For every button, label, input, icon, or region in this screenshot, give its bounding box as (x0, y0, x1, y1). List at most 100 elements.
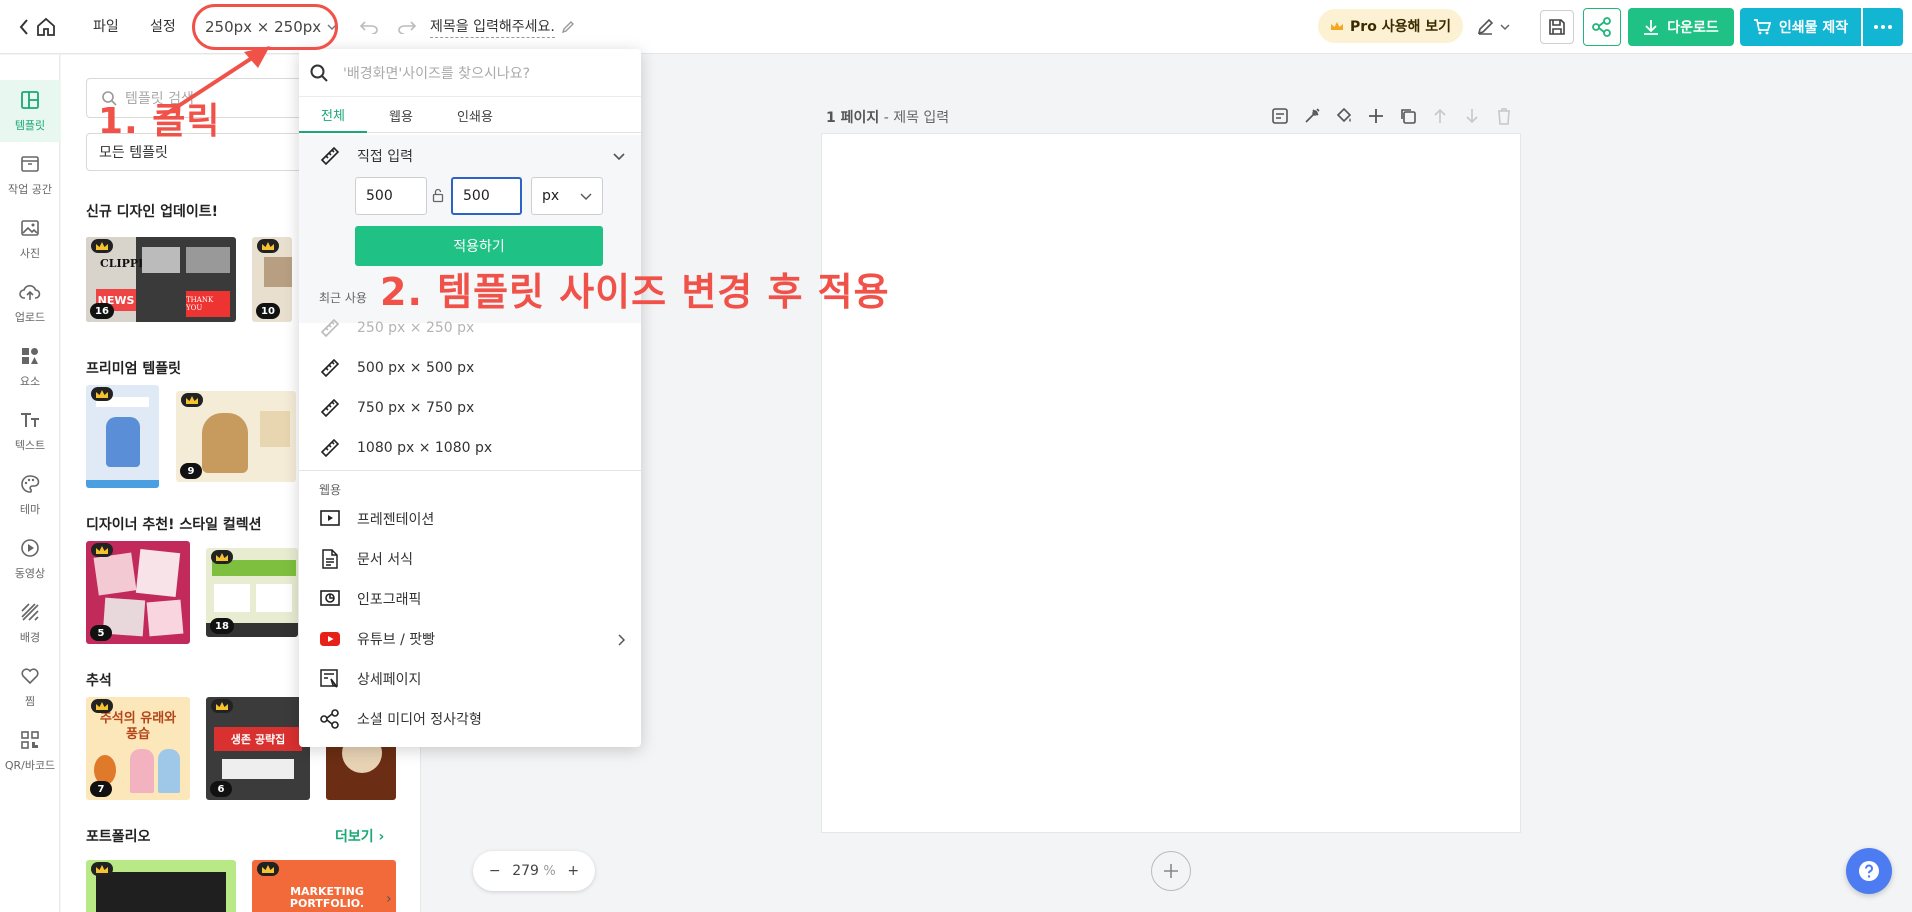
add-page-top-button[interactable] (1364, 104, 1388, 128)
duplicate-page-button[interactable] (1396, 104, 1420, 128)
page-note-button[interactable] (1268, 104, 1292, 128)
web-size-item[interactable]: 프레젠테이션 (319, 508, 434, 530)
more-portfolio-link[interactable]: 더보기 › (335, 826, 384, 846)
rail-item-workspace[interactable]: 작업 공간 (0, 144, 60, 206)
rail-item-favorites[interactable]: 찜 (0, 656, 60, 718)
page-title[interactable]: - 제목 입력 (879, 110, 950, 126)
ruler-icon (320, 318, 340, 338)
template-thumb[interactable] (86, 385, 159, 488)
rail-item-text[interactable]: 텍스트 (0, 400, 60, 462)
premium-crown-badge (91, 239, 113, 253)
template-thumb[interactable] (86, 860, 236, 912)
height-input[interactable]: 500 (451, 177, 522, 215)
template-thumb[interactable]: 생존 공략집 6 (206, 697, 310, 800)
note-icon (1272, 108, 1288, 124)
page-label: 1 페이지 - 제목 입력 (826, 107, 949, 127)
help-button[interactable] (1846, 848, 1892, 894)
rail-item-video[interactable]: 동영상 (0, 528, 60, 590)
pro-trial-button[interactable]: Pro 사용해 보기 (1318, 9, 1463, 43)
template-count-badge: 18 (210, 618, 234, 634)
annotation-highlight-oval (192, 4, 338, 50)
rail-item-label: 찜 (24, 695, 36, 708)
section-title-portfolio: 포트폴리오 (86, 829, 151, 845)
rail-item-label: 텍스트 (14, 439, 46, 452)
recent-size-label: 750 px × 750 px (357, 400, 475, 416)
recent-size-item[interactable]: 750 px × 750 px (319, 397, 474, 419)
share-button[interactable] (1583, 8, 1621, 46)
file-menu[interactable]: 파일 (93, 14, 119, 38)
unit-select[interactable]: px (531, 177, 603, 215)
thumb-graphic (256, 584, 292, 612)
thumb-graphic (186, 247, 230, 273)
web-size-item[interactable]: 유튜브 / 팟빵 (319, 628, 435, 650)
size-search-input[interactable]: '배경화면'사이즈를 찾으시나요? (299, 49, 641, 97)
zoom-value[interactable]: 279 % (512, 863, 556, 879)
more-options-button[interactable] (1863, 8, 1903, 46)
width-input[interactable]: 500 (355, 177, 427, 215)
undo-button[interactable] (356, 14, 382, 40)
zoom-out-button[interactable]: − (489, 863, 501, 879)
rail-item-qr[interactable]: QR/바코드 (0, 720, 60, 782)
ruler-icon (320, 398, 340, 418)
move-page-up-button[interactable] (1428, 104, 1452, 128)
rail-item-photos[interactable]: 사진 (0, 208, 60, 270)
redo-button[interactable] (394, 14, 420, 40)
unit-value: px (542, 188, 560, 204)
web-size-item[interactable]: 소셜 미디어 정사각형 (319, 708, 482, 730)
template-thumb[interactable]: 9 (176, 391, 296, 482)
add-page-button[interactable] (1151, 851, 1191, 891)
design-canvas[interactable] (822, 134, 1520, 832)
template-count-badge: 16 (90, 303, 114, 319)
print-order-button[interactable]: 인쇄물 제작 (1740, 8, 1861, 46)
zoom-in-button[interactable]: + (567, 863, 579, 879)
rail-item-upload[interactable]: 업로드 (0, 272, 60, 334)
template-thumb[interactable]: 추석의 유래와 풍습 7 (86, 697, 190, 800)
copy-icon (1401, 109, 1416, 124)
template-thumb[interactable]: 5 (86, 541, 190, 644)
web-size-item[interactable]: 인포그래픽 (319, 588, 421, 610)
thumb-graphic (130, 749, 154, 793)
carousel-next-icon[interactable]: › (386, 891, 392, 907)
rail-item-background[interactable]: 배경 (0, 592, 60, 654)
chevron-down-icon[interactable] (613, 151, 625, 161)
template-thumb[interactable]: MARKETING PORTFOLIO. (252, 860, 396, 912)
recent-size-item[interactable]: 500 px × 500 px (319, 357, 474, 379)
move-page-down-button[interactable] (1460, 104, 1484, 128)
tab-all[interactable]: 전체 (299, 97, 367, 133)
home-icon (37, 17, 55, 36)
thumb-graphic (214, 584, 250, 612)
save-button[interactable] (1540, 10, 1574, 44)
image-icon (21, 220, 39, 236)
template-thumb[interactable]: 10 (252, 237, 292, 322)
rail-item-theme[interactable]: 테마 (0, 464, 60, 526)
web-size-item[interactable]: 상세페이지 (319, 668, 421, 690)
document-title[interactable]: 제목을 입력해주세요. (430, 14, 575, 40)
delete-page-button[interactable] (1492, 104, 1516, 128)
cart-icon (1753, 19, 1771, 35)
pencil-icon (561, 21, 574, 34)
tab-web[interactable]: 웹용 (367, 97, 435, 133)
recent-size-item[interactable]: 1080 px × 1080 px (319, 437, 492, 459)
pro-trial-label: Pro 사용해 보기 (1350, 19, 1451, 35)
rail-item-templates[interactable]: 템플릿 (0, 80, 60, 142)
template-thumb[interactable]: 18 (206, 548, 298, 637)
thumb-graphic (106, 417, 140, 467)
document-title-text[interactable]: 제목을 입력해주세요. (430, 16, 555, 38)
page-background-button[interactable] (1332, 104, 1356, 128)
tab-print[interactable]: 인쇄용 (439, 97, 511, 133)
download-button[interactable]: 다운로드 (1628, 8, 1734, 46)
apply-size-button[interactable]: 적용하기 (355, 226, 603, 266)
zoom-control: − 279 % + (473, 851, 595, 891)
rail-item-elements[interactable]: 요소 (0, 336, 60, 398)
lock-icon[interactable] (432, 188, 444, 203)
direct-input-header[interactable]: 직접 입력 (319, 145, 413, 167)
page-style-button[interactable] (1300, 104, 1324, 128)
web-size-label: 유튜브 / 팟빵 (357, 632, 436, 648)
recent-size-item[interactable]: 250 px × 250 px (319, 317, 474, 339)
draw-tool-button[interactable] (1476, 12, 1510, 42)
template-thumb[interactable]: CLIPPINGS NEWS THANK YOU 16 (86, 237, 236, 322)
settings-menu[interactable]: 설정 (150, 14, 176, 38)
web-size-item[interactable]: 문서 서식 (319, 548, 413, 570)
back-home-button[interactable] (18, 12, 56, 42)
plus-icon (1164, 864, 1178, 878)
